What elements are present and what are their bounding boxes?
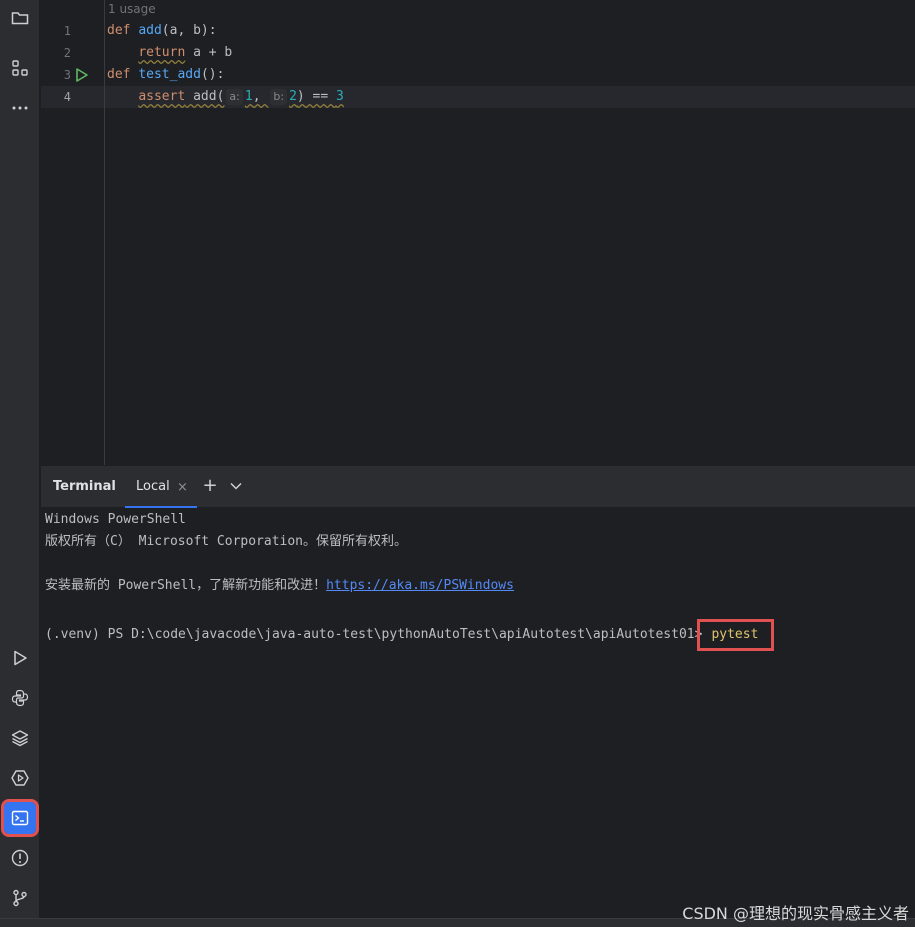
run-tool-button[interactable] (4, 642, 36, 674)
structure-tool-button[interactable] (4, 52, 36, 84)
line-number: 3 (63, 68, 71, 82)
keyword: assert (138, 89, 186, 104)
close-icon[interactable]: × (177, 480, 188, 495)
tab-local-label: Local (136, 479, 170, 494)
tab-local[interactable]: Local × (125, 466, 197, 508)
run-test-gutter-icon[interactable] (75, 67, 89, 83)
problems-icon (11, 849, 29, 867)
terminal-icon (11, 810, 29, 826)
keyword: def (107, 67, 131, 82)
code-line-1: def add(a, b): (107, 20, 217, 42)
terminal-line-empty (45, 553, 913, 575)
more-icon (12, 106, 28, 110)
python-console-icon (11, 689, 29, 707)
project-tool-button[interactable] (4, 2, 36, 34)
terminal-text: 安装最新的 PowerShell，了解新功能和改进！ (45, 578, 327, 593)
tool-window-strip (0, 0, 40, 918)
terminal-title: Terminal (53, 479, 116, 494)
function-name: test_add (138, 67, 201, 82)
terminal-prompt-line: (.venv) PS D:\code\javacode\java-auto-te… (45, 619, 913, 651)
keyword: def (107, 23, 131, 38)
problems-tool-button[interactable] (4, 842, 36, 874)
terminal-line: 版权所有（C） Microsoft Corporation。保留所有权利。 (45, 534, 408, 549)
line-number: 2 (63, 46, 71, 60)
folder-icon (11, 12, 29, 25)
keyword: return (138, 45, 186, 60)
command-input[interactable]: pytest (711, 627, 758, 642)
number-literal: 3 (336, 89, 344, 104)
code-text: ) (296, 89, 305, 104)
command-highlight-box: pytest (697, 619, 775, 651)
code-text: a + b (185, 45, 233, 60)
code-line-4: assert add(a: 1, b: 2) == 3 (107, 86, 344, 108)
code-text: == (304, 89, 337, 104)
git-tool-button[interactable] (4, 882, 36, 914)
terminal-line-empty (45, 597, 913, 619)
more-tools-button[interactable] (4, 92, 36, 124)
powershell-link[interactable]: https://aka.ms/PSWindows (326, 578, 514, 593)
terminal-output[interactable]: Windows PowerShell 版权所有（C） Microsoft Cor… (45, 509, 913, 651)
terminal-prompt: (.venv) PS D:\code\javacode\java-auto-te… (45, 627, 703, 642)
usage-hint[interactable]: 1 usage (108, 2, 156, 16)
layers-tool-button[interactable] (4, 722, 36, 754)
structure-icon (12, 60, 28, 76)
parameter-hint-a: a: (226, 89, 243, 105)
python-console-tool-button[interactable] (4, 682, 36, 714)
terminal-panel: Terminal Local × + Windows PowerShell 版权… (41, 465, 915, 918)
parameter-hint-b: b: (270, 89, 288, 105)
number-literal: 1 (244, 89, 253, 104)
line-number: 4 (63, 90, 71, 104)
chevron-down-icon[interactable] (229, 479, 243, 493)
line-number: 1 (63, 24, 71, 38)
add-tab-button[interactable]: + (201, 475, 219, 497)
code-text: add( (185, 89, 225, 104)
code-text: (): (200, 67, 225, 82)
function-name: add (138, 23, 162, 38)
terminal-line: 安装最新的 PowerShell，了解新功能和改进！https://aka.ms… (45, 575, 913, 597)
code-line-2: return a + b (107, 42, 232, 64)
layers-icon (11, 730, 29, 747)
code-line-3: def test_add(): (107, 64, 224, 86)
terminal-tool-button[interactable] (1, 799, 39, 837)
git-icon (13, 889, 27, 907)
editor-gutter: 1 2 3 4 (41, 0, 105, 465)
watermark: CSDN @理想的现实骨感主义者 (682, 904, 909, 923)
number-literal: 2 (289, 89, 297, 104)
code-text: , (252, 89, 269, 104)
terminal-line: Windows PowerShell (45, 512, 186, 527)
services-tool-button[interactable] (4, 762, 36, 794)
code-text: (a, b): (161, 23, 217, 38)
services-icon (11, 770, 29, 786)
code-editor[interactable]: 1 2 3 4 1 usage def add(a, b): return a … (41, 0, 915, 465)
run-icon (14, 650, 27, 666)
terminal-tab-bar: Terminal Local × + (41, 465, 915, 508)
